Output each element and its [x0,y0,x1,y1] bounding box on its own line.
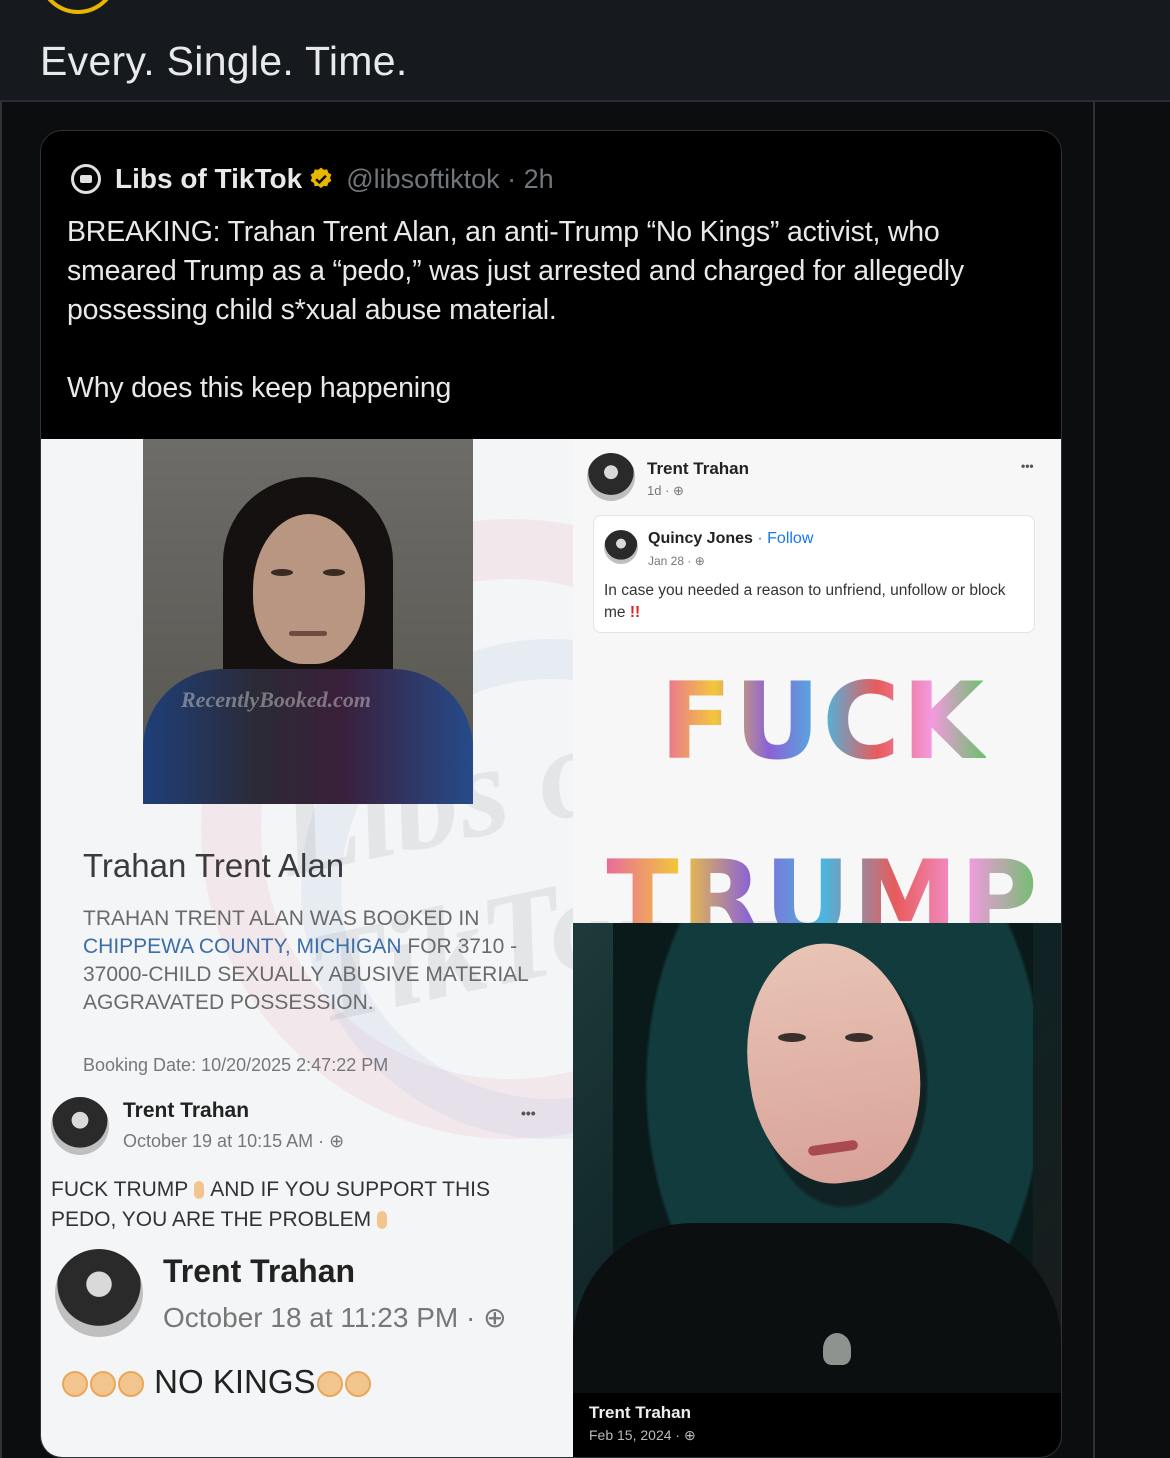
selfie-caption: Trent Trahan Feb 15, 2024 · ⊕ [573,1393,1061,1457]
column-divider-right [1093,102,1095,1458]
hand-icon [377,1211,388,1229]
post-text: Every. Single. Time. [40,38,408,84]
fb-post-1-date: October 19 at 10:15 AM · ⊕ [123,1131,345,1151]
mugshot-watermark: RecentlyBooked.com [181,687,372,712]
quoted-tweet-body: BREAKING: Trahan Trent Alan, an anti-Tru… [67,213,1042,408]
clap-icon [344,1371,371,1397]
clap-icon [118,1371,144,1397]
selfie-eye [845,1033,873,1042]
avatar [51,1097,109,1155]
facebook-post-1: Trent Trahan October 19 at 10:15 AM · ⊕ … [51,1093,551,1233]
quoted-author-name[interactable]: Libs of TikTok [115,163,302,195]
quoted-tweet-card[interactable]: Libs of TikTok @libsoftiktok · 2h BREAKI… [40,130,1062,1458]
booking-name: Trahan Trent Alan [83,847,345,884]
shared-author: Quincy Jones [648,530,753,547]
hand-icon [194,1181,205,1199]
fb-share-date: 1d · ⊕ [647,483,684,498]
selfie-eye [778,1033,806,1042]
fb-post-1-text: FUCK TRUMP AND IF YOU SUPPORT THIS PEDO, … [51,1175,551,1235]
selfie-caption-name: Trent Trahan [589,1403,692,1422]
fb-post-1-author: Trent Trahan [123,1099,250,1122]
quoted-tweet-header: Libs of TikTok @libsoftiktok · 2h [71,161,554,197]
shared-author-row: Quincy Jones · Follow [648,530,813,548]
exclaim-text: !! [629,604,641,621]
libs-of-tiktok-logo-icon[interactable] [71,164,101,194]
booking-description: TRAHAN TRENT ALAN WAS BOOKED IN CHIPPEWA… [83,905,543,1017]
booking-pre: TRAHAN TRENT ALAN WAS BOOKED IN [83,907,480,930]
quoted-tweet-question: Why does this keep happening [67,372,452,404]
fb-post-2-text: NO KINGS [61,1363,372,1401]
clap-icon [90,1371,116,1397]
verified-badge-icon [310,167,332,188]
selfie-caption-date: Feb 15, 2024 · ⊕ [589,1427,696,1443]
column-divider-left [0,102,2,1458]
quoted-tweet-text: BREAKING: Trahan Trent Alan, an anti-Tru… [67,216,964,326]
mugshot-photo: RecentlyBooked.com [143,439,473,804]
fb-post-2-date: October 18 at 11:23 PM · ⊕ [163,1302,507,1333]
selfie-photo: Trent Trahan Feb 15, 2024 · ⊕ [573,923,1061,1457]
shared-post-box: Quincy Jones · Follow Jan 28 · ⊕ In case… [593,515,1035,633]
follow-link: · Follow [757,530,814,547]
shared-date: Jan 28 · ⊕ [648,554,705,568]
shared-text-row: In case you needed a reason to unfriend,… [604,580,1024,624]
clap-icon [316,1371,343,1397]
quoted-handle-time[interactable]: @libsoftiktok · 2h [346,164,553,195]
post-header: Every. Single. Time. [0,0,1170,102]
booking-location: CHIPPEWA COUNTY, MICHIGAN [83,935,402,958]
booking-date: Booking Date: 10/20/2025 2:47:22 PM [83,1055,389,1075]
attached-image-collage[interactable]: Libs ofTikTok RecentlyBooked.com Trahan … [41,439,1061,1457]
avatar [604,530,638,564]
skull-icon [823,1333,851,1365]
flower-word-1: FUCK [660,649,986,795]
more-icon: ••• [1021,459,1034,473]
clap-icon [62,1371,88,1397]
fb-post-1-text-a: FUCK TRUMP [51,1178,189,1201]
fb-post-2-text-value: NO KINGS [154,1363,316,1400]
shared-text: In case you needed a reason to unfriend,… [604,582,1006,621]
fb-post-2-author: Trent Trahan [163,1253,356,1289]
facebook-share-post: Trent Trahan 1d · ⊕ ••• Quincy Jones · F… [573,439,1061,961]
avatar [55,1249,143,1337]
avatar [587,453,635,501]
booking-for: FOR [407,935,452,958]
avatar[interactable] [38,0,118,14]
fb-share-author: Trent Trahan [647,459,750,478]
more-icon: ••• [521,1105,536,1121]
